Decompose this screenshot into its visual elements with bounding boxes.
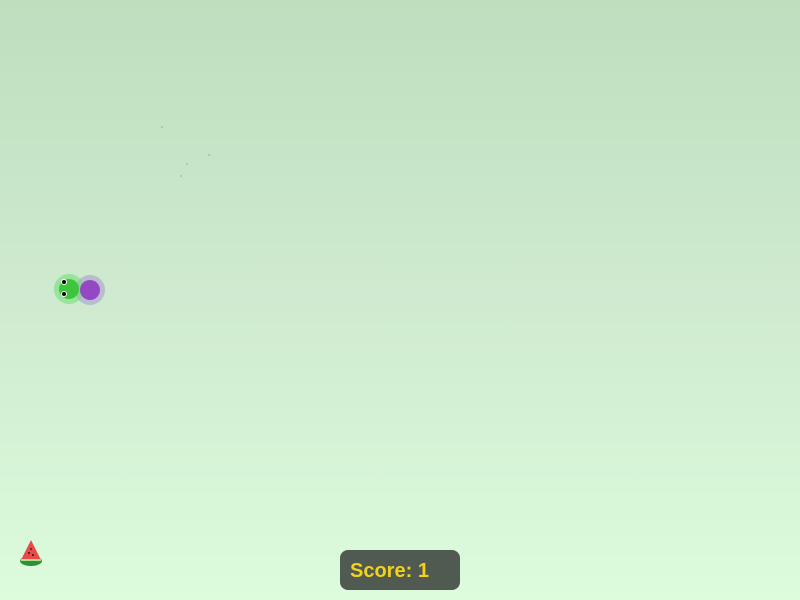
score-label: Score: (350, 560, 413, 582)
score-value: 1 (417, 560, 429, 582)
snake-eye-icon (61, 279, 67, 285)
game-board[interactable]: Score: 1 (0, 0, 800, 600)
background-speck (208, 154, 210, 156)
snake-body-segment (80, 280, 100, 300)
background-speck (180, 175, 182, 177)
background-speck (186, 163, 188, 165)
snake-eye-icon (61, 291, 67, 297)
watermelon-icon (20, 540, 42, 566)
background-speck (161, 126, 163, 128)
score-display: Score: 1 (340, 550, 460, 590)
